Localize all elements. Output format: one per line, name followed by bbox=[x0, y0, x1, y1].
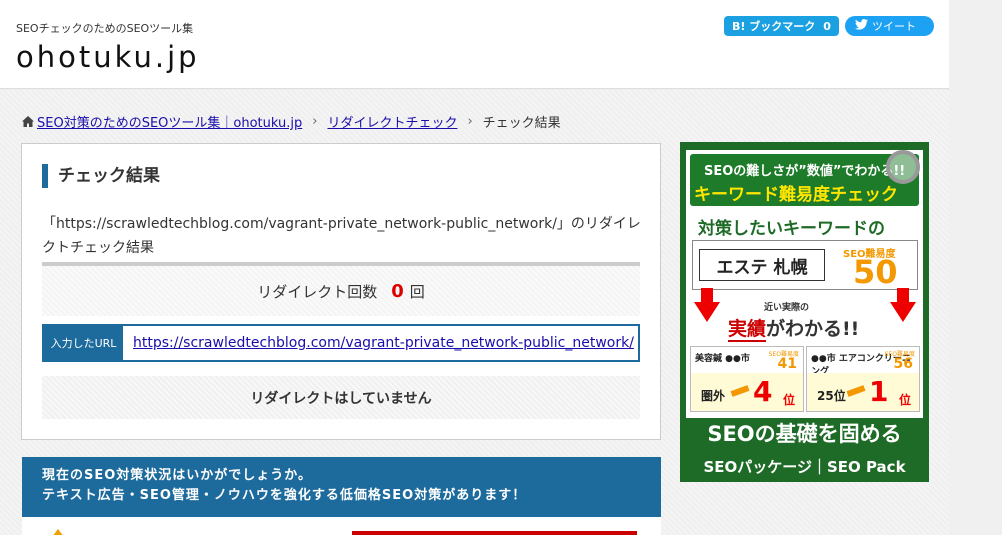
case-score: 56 bbox=[893, 356, 913, 372]
warning-icon bbox=[52, 529, 64, 535]
arrow-right-icon bbox=[730, 385, 750, 397]
ad-target-text: 対策したいキーワードの bbox=[698, 219, 885, 239]
ad-score: 50 bbox=[853, 253, 898, 291]
ad-content: SEOの難しさが”数値”でわかる!! キーワード難易度チェック 対策したいキーワ… bbox=[686, 150, 923, 418]
window-gutter bbox=[950, 0, 1002, 535]
promo-line-1: 現在のSEO対策状況はいかがでしょうか。 bbox=[42, 468, 313, 483]
breadcrumb-parent-link[interactable]: リダイレクトチェック bbox=[327, 112, 457, 131]
case-name: 美容鍼 ●●市 bbox=[695, 354, 750, 364]
input-url-link[interactable]: https://scrawledtechblog.com/vagrant-pri… bbox=[123, 326, 638, 360]
tweet-button[interactable]: ツイート bbox=[845, 16, 934, 36]
ad-footer-headline: SEOの基礎を固める bbox=[707, 422, 902, 446]
case-rank-unit: 位 bbox=[783, 393, 796, 407]
ad-keyword: エステ 札幌 bbox=[699, 249, 825, 281]
page-title: チェック結果 bbox=[42, 164, 160, 188]
redirect-count-label: リダイレクト回数 bbox=[257, 282, 378, 301]
input-url-label: 入力したURL bbox=[44, 326, 123, 360]
case-rank-from: 圏外 bbox=[701, 389, 726, 403]
redirect-status: リダイレクトはしていません bbox=[42, 376, 640, 419]
page: SEOチェックのためのSEOツール集 ohotuku.jp B! ブックマーク … bbox=[0, 0, 949, 535]
ad-near-label: 近い実際の bbox=[764, 303, 810, 313]
ad-keyword-box: エステ 札幌 SEO難易度 50 bbox=[692, 240, 918, 291]
promo-line-2: テキスト広告・SEO管理・ノウハウを強化する低価格SEO対策があります！ bbox=[42, 488, 527, 503]
ad-headline-box: SEOの難しさが”数値”でわかる!! キーワード難易度チェック bbox=[690, 150, 920, 206]
arrow-right-icon bbox=[846, 385, 866, 397]
keyword-difficulty-ad[interactable]: SEOの難しさが”数値”でわかる!! キーワード難易度チェック 対策したいキーワ… bbox=[680, 142, 929, 482]
breadcrumb-separator: › bbox=[467, 114, 473, 129]
magnifier-icon bbox=[886, 150, 920, 184]
case-score: 41 bbox=[777, 356, 797, 372]
ad-results-em: 実績 bbox=[728, 318, 767, 342]
hatena-bookmark-label: B! ブックマーク bbox=[732, 20, 816, 33]
site-tagline: SEOチェックのためのSEOツール集 bbox=[16, 22, 194, 35]
ad-headline-1: SEOの難しさが”数値”でわかる!! bbox=[704, 164, 906, 179]
case-rank-box: 25位 1 位 bbox=[807, 373, 919, 411]
site-header: SEOチェックのためのSEOツール集 ohotuku.jp B! ブックマーク … bbox=[0, 0, 949, 89]
ad-case-card: ●●市 エアコンクリーニング SEO難易度 56 25位 1 位 bbox=[806, 346, 920, 412]
ad-case-card: 美容鍼 ●●市 SEO難易度 41 圏外 4 位 bbox=[690, 346, 804, 412]
input-url-row: 入力したURL https://scrawledtechblog.com/vag… bbox=[42, 324, 640, 362]
breadcrumb-separator: › bbox=[312, 114, 318, 129]
case-rank-from: 25位 bbox=[817, 389, 846, 403]
hatena-bookmark-count: 0 bbox=[823, 19, 831, 33]
home-icon bbox=[22, 116, 34, 127]
down-arrow-icon bbox=[890, 288, 916, 322]
breadcrumb-home-link[interactable]: SEO対策のためのSEOツール集｜ohotuku.jp bbox=[37, 112, 302, 131]
redirect-count-unit: 回 bbox=[409, 282, 425, 301]
case-rank-to: 1 bbox=[869, 375, 889, 408]
site-logo[interactable]: ohotuku.jp bbox=[16, 40, 200, 74]
case-rank-box: 圏外 4 位 bbox=[691, 373, 803, 411]
hatena-bookmark-button[interactable]: B! ブックマーク 0 bbox=[724, 16, 839, 36]
case-rank-to: 4 bbox=[753, 375, 773, 408]
result-description: 「https://scrawledtechblog.com/vagrant-pr… bbox=[42, 216, 641, 256]
breadcrumb-current: チェック結果 bbox=[482, 116, 561, 131]
redirect-count-value: 0 bbox=[391, 280, 404, 302]
ad-results-line: 実績がわかる!! bbox=[728, 314, 860, 342]
ad-footer-subline: SEOパッケージ｜SEO Pack bbox=[703, 458, 906, 476]
case-rank-unit: 位 bbox=[899, 393, 912, 407]
redirect-count-box: リダイレクト回数 0 回 bbox=[42, 262, 640, 316]
tweet-label: ツイート bbox=[872, 20, 916, 33]
promo-continuation bbox=[22, 517, 661, 535]
breadcrumb: SEO対策のためのSEOツール集｜ohotuku.jp › リダイレクトチェック… bbox=[22, 112, 561, 131]
result-panel: チェック結果 「https://scrawledtechblog.com/vag… bbox=[21, 143, 661, 440]
down-arrow-icon bbox=[694, 288, 720, 322]
ad-results-rest: がわかる!! bbox=[766, 318, 860, 340]
ad-headline-2: キーワード難易度チェック bbox=[694, 185, 898, 205]
seo-promo-banner[interactable]: 現在のSEO対策状況はいかがでしょうか。 テキスト広告・SEO管理・ノウハウを強… bbox=[22, 457, 661, 517]
twitter-bird-icon bbox=[855, 19, 868, 33]
promo-divider bbox=[352, 531, 637, 535]
